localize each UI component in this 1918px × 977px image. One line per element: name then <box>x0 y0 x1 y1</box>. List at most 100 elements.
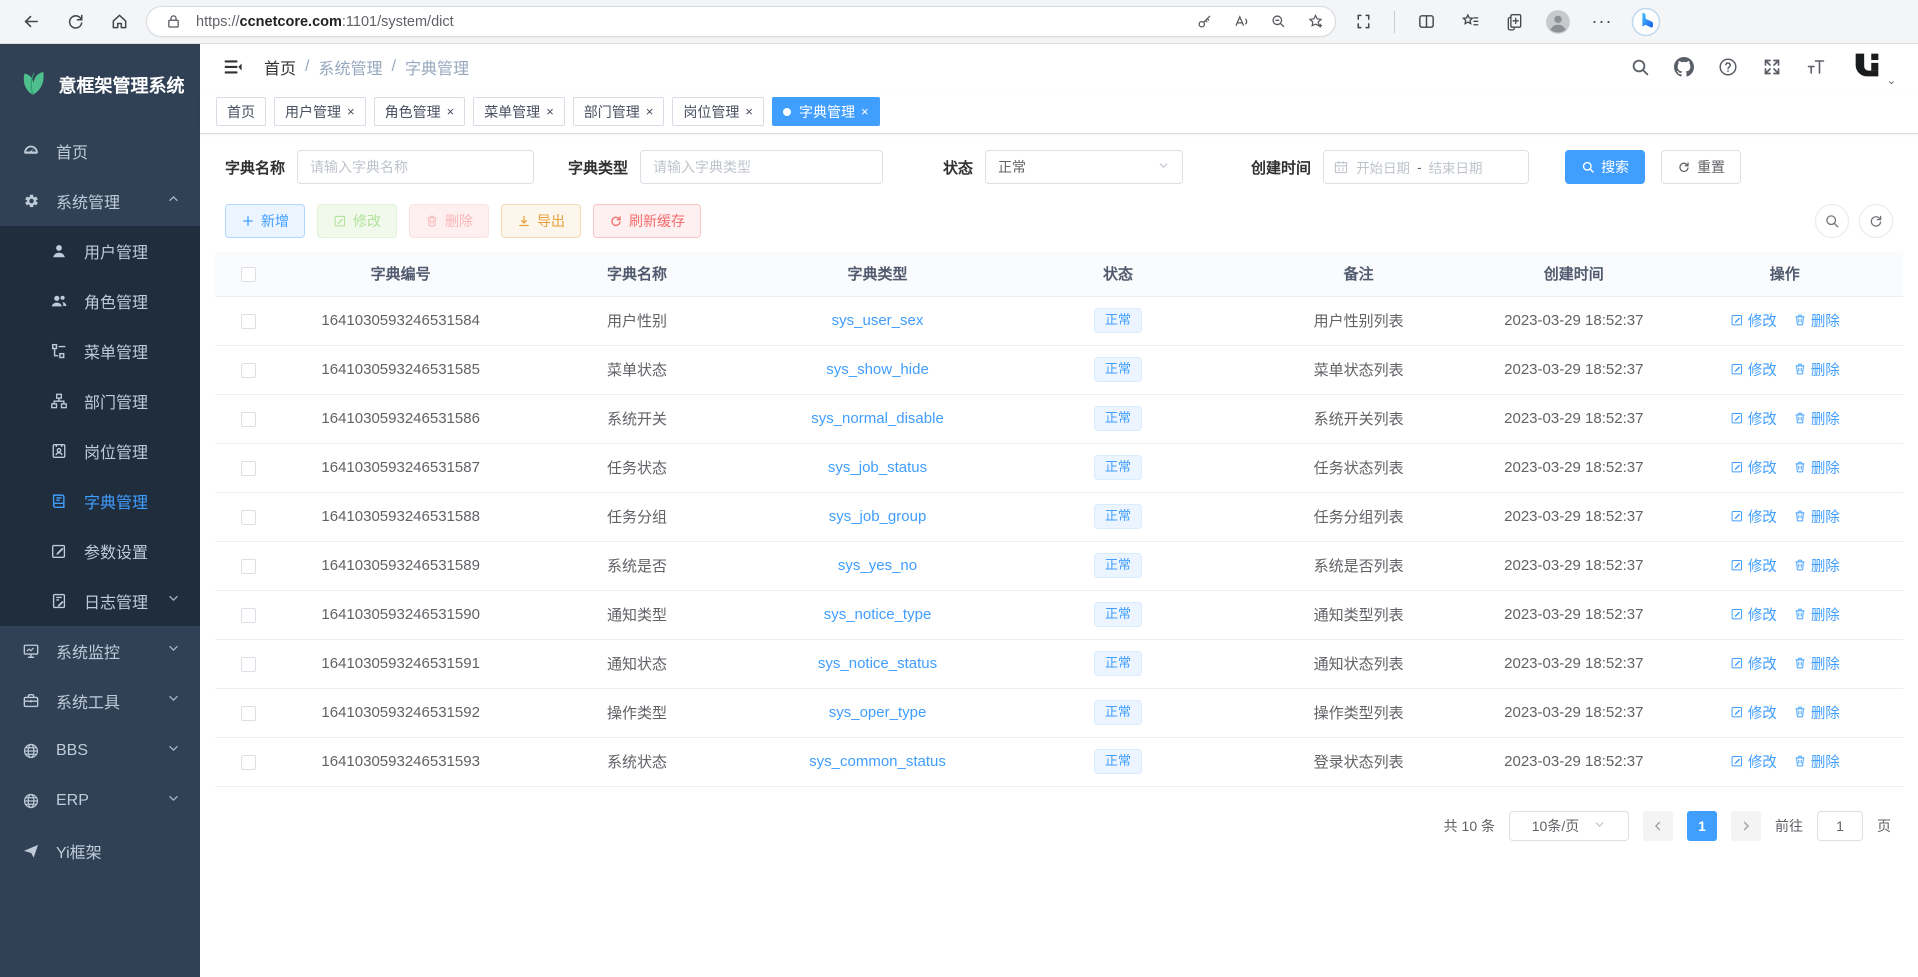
help-icon[interactable] <box>1718 57 1738 77</box>
toggle-search-button[interactable] <box>1815 204 1849 238</box>
breadcrumb-home[interactable]: 首页 <box>264 55 296 79</box>
sidebar-item-config[interactable]: 参数设置 <box>0 526 200 576</box>
user-avatar[interactable]: ⌄ <box>1850 48 1896 87</box>
next-page-button[interactable] <box>1731 811 1761 841</box>
sidebar-item-home[interactable]: 首页 <box>0 126 200 176</box>
tab-close-icon[interactable]: × <box>447 105 455 118</box>
sidebar-item-yi[interactable]: Yi框架 <box>0 826 200 876</box>
export-button[interactable]: 导出 <box>501 204 581 238</box>
row-checkbox[interactable] <box>241 363 256 378</box>
dict-type-link[interactable]: sys_notice_type <box>824 606 932 623</box>
row-checkbox[interactable] <box>241 706 256 721</box>
tab-close-icon[interactable]: × <box>347 105 355 118</box>
sidebar-item-user[interactable]: 用户管理 <box>0 226 200 276</box>
zoom-out-icon[interactable] <box>1264 8 1292 36</box>
favorites-list-icon[interactable] <box>1453 5 1487 39</box>
row-edit-button[interactable]: 修改 <box>1730 457 1777 478</box>
row-checkbox[interactable] <box>241 510 256 525</box>
status-select[interactable]: 正常 <box>985 150 1183 184</box>
header-search-icon[interactable] <box>1630 57 1650 77</box>
tab-close-icon[interactable]: × <box>861 105 869 118</box>
row-edit-button[interactable]: 修改 <box>1730 506 1777 527</box>
browser-profile-avatar[interactable] <box>1541 5 1575 39</box>
row-edit-button[interactable]: 修改 <box>1730 702 1777 723</box>
row-edit-button[interactable]: 修改 <box>1730 604 1777 625</box>
edit-button[interactable]: 修改 <box>317 204 397 238</box>
sidebar-item-role[interactable]: 角色管理 <box>0 276 200 326</box>
row-delete-button[interactable]: 删除 <box>1793 702 1840 723</box>
browser-home-icon[interactable] <box>102 5 136 39</box>
row-delete-button[interactable]: 删除 <box>1793 555 1840 576</box>
search-button[interactable]: 搜索 <box>1565 150 1645 184</box>
row-checkbox[interactable] <box>241 608 256 623</box>
dict-type-input[interactable] <box>640 150 883 184</box>
tab-close-icon[interactable]: × <box>745 105 753 118</box>
sidebar-item-bbs[interactable]: BBS <box>0 726 200 776</box>
row-delete-button[interactable]: 删除 <box>1793 310 1840 331</box>
tab-菜单管理[interactable]: 菜单管理× <box>473 97 565 126</box>
address-bar[interactable]: https://ccnetcore.com:1101/system/dict <box>146 6 1336 37</box>
delete-button[interactable]: 删除 <box>409 204 489 238</box>
row-edit-button[interactable]: 修改 <box>1730 751 1777 772</box>
row-delete-button[interactable]: 删除 <box>1793 653 1840 674</box>
add-button[interactable]: 新增 <box>225 204 305 238</box>
refresh-cache-button[interactable]: 刷新缓存 <box>593 204 701 238</box>
sidebar-item-system[interactable]: 系统管理 <box>0 176 200 226</box>
sidebar-item-dict[interactable]: 字典管理 <box>0 476 200 526</box>
sidebar-header[interactable]: 意框架管理系统 <box>0 44 200 126</box>
tab-岗位管理[interactable]: 岗位管理× <box>672 97 764 126</box>
sidebar-item-menu[interactable]: 菜单管理 <box>0 326 200 376</box>
date-range-picker[interactable]: 开始日期 - 结束日期 <box>1323 150 1529 184</box>
copilot-icon[interactable] <box>1629 5 1663 39</box>
sidebar-fold-icon[interactable] <box>222 56 244 78</box>
dict-type-link[interactable]: sys_job_status <box>828 459 927 476</box>
row-edit-button[interactable]: 修改 <box>1730 408 1777 429</box>
row-delete-button[interactable]: 删除 <box>1793 604 1840 625</box>
sidebar-item-monitor[interactable]: 系统监控 <box>0 626 200 676</box>
dict-type-link[interactable]: sys_yes_no <box>838 557 917 574</box>
browser-settings-menu-icon[interactable]: ··· <box>1585 5 1619 39</box>
sidebar-item-log[interactable]: 日志管理 <box>0 576 200 626</box>
dict-type-link[interactable]: sys_user_sex <box>832 312 924 329</box>
row-delete-button[interactable]: 删除 <box>1793 359 1840 380</box>
sidebar-item-erp[interactable]: ERP <box>0 776 200 826</box>
browser-refresh-icon[interactable] <box>58 5 92 39</box>
reset-button[interactable]: 重置 <box>1661 150 1741 184</box>
goto-page-input[interactable] <box>1817 811 1863 841</box>
row-delete-button[interactable]: 删除 <box>1793 408 1840 429</box>
row-checkbox[interactable] <box>241 657 256 672</box>
row-edit-button[interactable]: 修改 <box>1730 555 1777 576</box>
tab-close-icon[interactable]: × <box>646 105 654 118</box>
page-size-select[interactable]: 10条/页 <box>1509 811 1629 841</box>
dict-type-link[interactable]: sys_normal_disable <box>811 410 944 427</box>
password-key-icon[interactable] <box>1190 8 1218 36</box>
collections-add-icon[interactable] <box>1497 5 1531 39</box>
fullscreen-icon[interactable] <box>1762 57 1782 77</box>
tab-角色管理[interactable]: 角色管理× <box>374 97 466 126</box>
read-aloud-icon[interactable] <box>1227 8 1255 36</box>
breadcrumb-system[interactable]: 系统管理 <box>318 55 382 79</box>
row-checkbox[interactable] <box>241 461 256 476</box>
row-edit-button[interactable]: 修改 <box>1730 653 1777 674</box>
prev-page-button[interactable] <box>1643 811 1673 841</box>
sidebar-item-tools[interactable]: 系统工具 <box>0 676 200 726</box>
split-screen-icon[interactable] <box>1409 5 1443 39</box>
tab-字典管理[interactable]: 字典管理× <box>772 97 880 126</box>
extensions-icon[interactable] <box>1346 5 1380 39</box>
select-all-checkbox[interactable] <box>241 267 256 282</box>
tab-首页[interactable]: 首页 <box>216 97 266 126</box>
row-checkbox[interactable] <box>241 412 256 427</box>
dict-type-link[interactable]: sys_oper_type <box>829 704 927 721</box>
row-edit-button[interactable]: 修改 <box>1730 359 1777 380</box>
refresh-table-button[interactable] <box>1859 204 1893 238</box>
dict-type-link[interactable]: sys_show_hide <box>826 361 929 378</box>
github-icon[interactable] <box>1674 57 1694 77</box>
dict-type-link[interactable]: sys_job_group <box>829 508 927 525</box>
row-delete-button[interactable]: 删除 <box>1793 506 1840 527</box>
dict-name-input[interactable] <box>297 150 534 184</box>
row-edit-button[interactable]: 修改 <box>1730 310 1777 331</box>
add-favorite-star-icon[interactable] <box>1301 8 1329 36</box>
tab-部门管理[interactable]: 部门管理× <box>573 97 665 126</box>
font-size-icon[interactable] <box>1806 57 1826 77</box>
current-page-button[interactable]: 1 <box>1687 811 1717 841</box>
